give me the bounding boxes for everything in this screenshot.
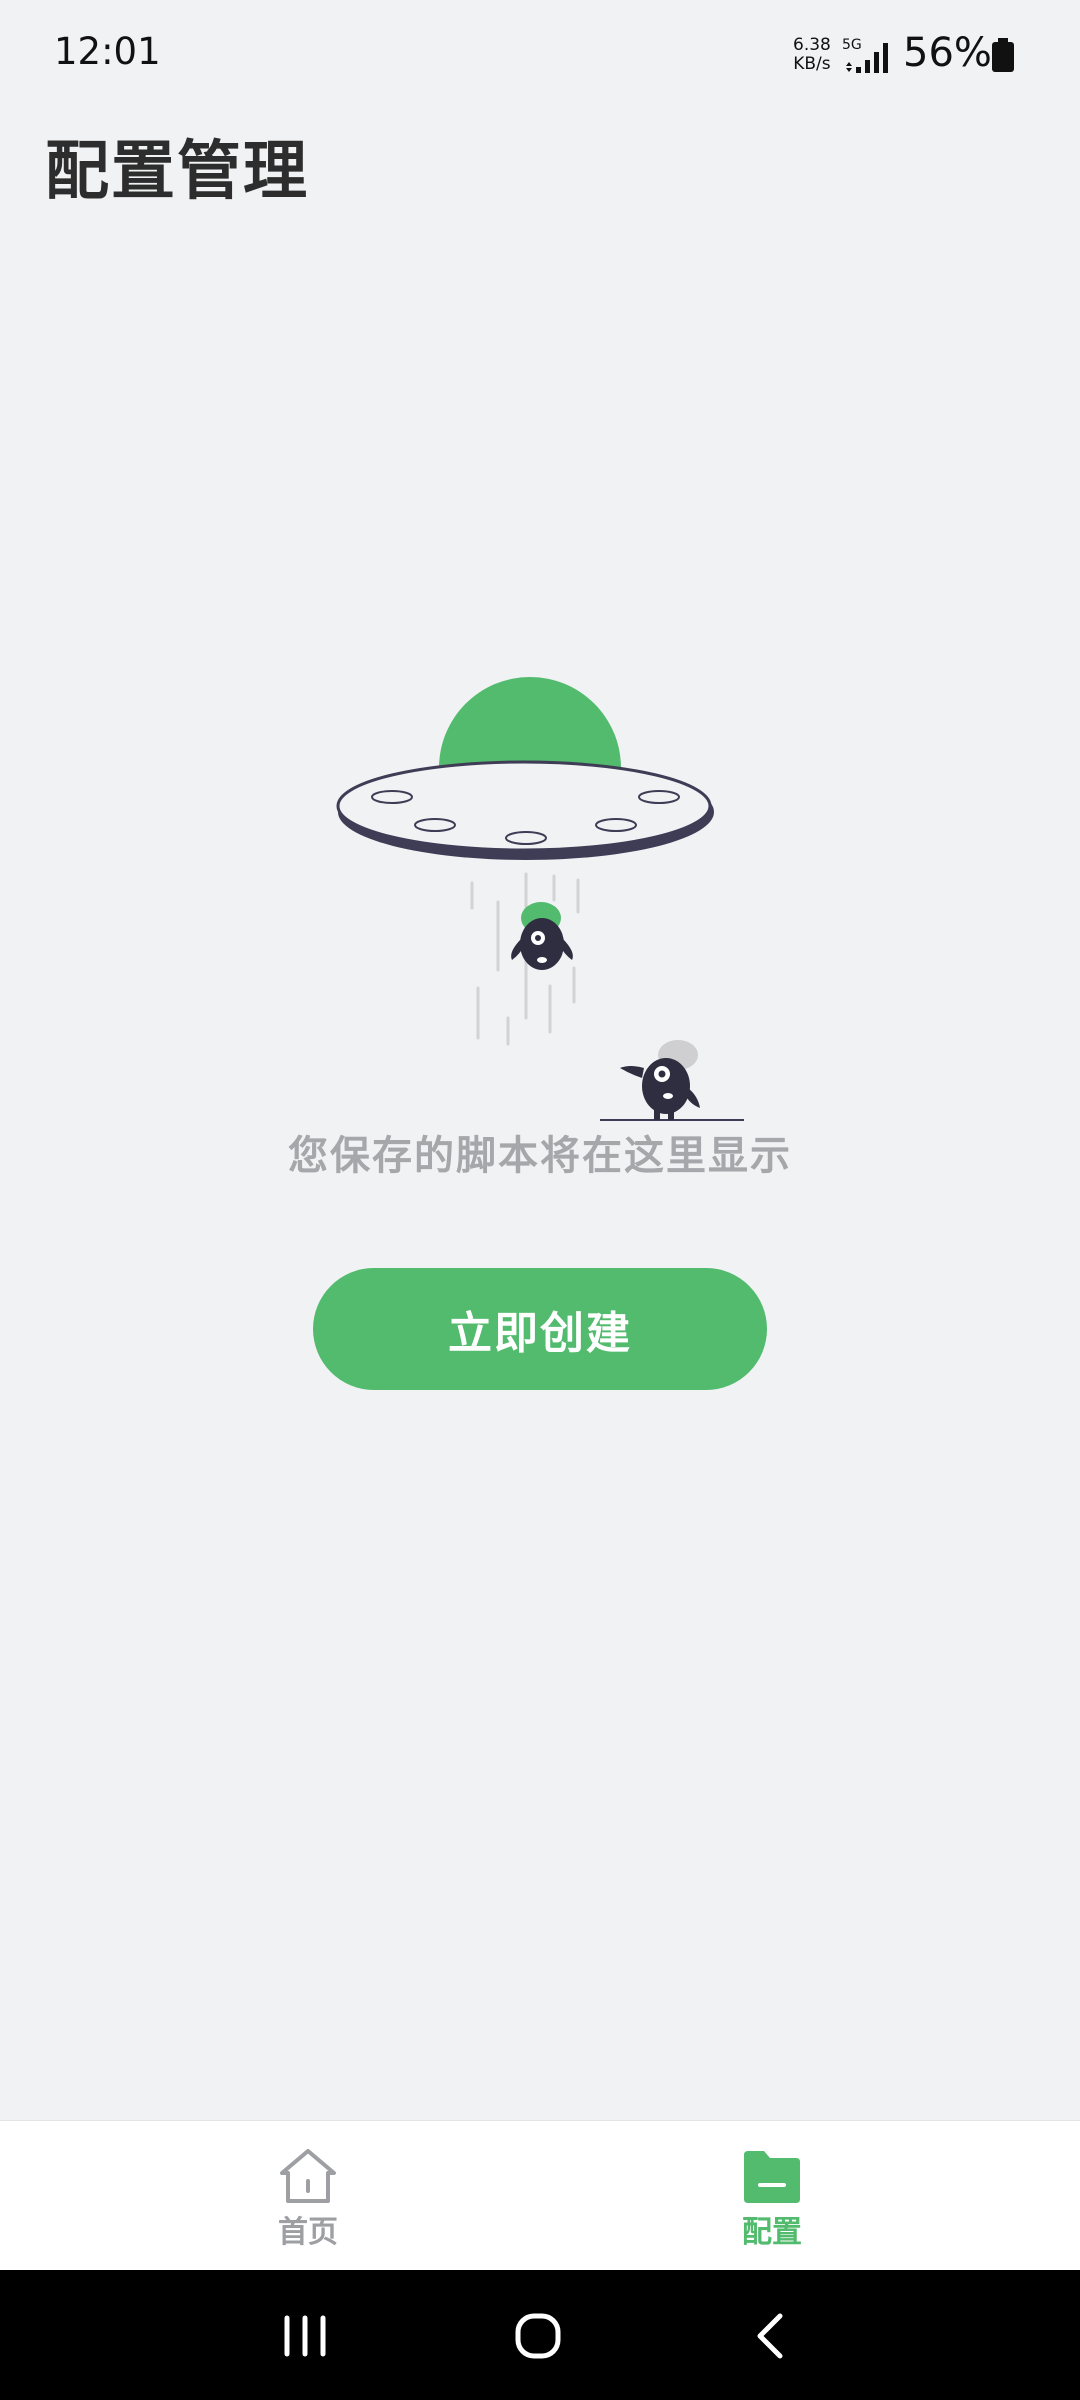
status-bar: 12:01 6.38 KB/s 5G 56% (0, 0, 1080, 110)
nav-label-config: 配置 (742, 2215, 802, 2250)
bottom-nav: 首页 配置 (0, 2120, 1080, 2271)
battery-percent: 56% (903, 30, 992, 76)
signal-5g-icon: 5G (842, 37, 888, 73)
system-nav-bar (0, 2270, 1080, 2400)
network-type: 5G (842, 37, 862, 53)
network-speed: 6.38 KB/s (793, 36, 831, 74)
network-speed-value: 6.38 (793, 35, 831, 55)
nav-item-home[interactable]: 首页 (208, 2121, 408, 2271)
floating-creature (511, 902, 573, 970)
status-time: 12:01 (54, 30, 161, 73)
screen: 12:01 6.38 KB/s 5G 56% 配置管理 您保存的脚本将在这里显示… (0, 0, 1080, 2400)
empty-state-message: 您保存的脚本将在这里显示 (288, 1133, 792, 1179)
create-now-button[interactable]: 立即创建 (313, 1268, 767, 1390)
nav-item-config[interactable]: 配置 (672, 2121, 872, 2271)
nav-label-home: 首页 (278, 2215, 338, 2250)
home-icon (280, 2149, 336, 2203)
page-title: 配置管理 (45, 135, 309, 209)
folder-icon (744, 2151, 800, 2203)
ground-creature (600, 1040, 744, 1121)
recent-apps-icon[interactable] (275, 2308, 335, 2364)
battery-icon (992, 38, 1014, 72)
home-circle-icon[interactable] (508, 2308, 568, 2364)
ufo-illustration (336, 677, 744, 1121)
back-icon[interactable] (740, 2308, 800, 2364)
network-speed-unit: KB/s (793, 54, 831, 74)
